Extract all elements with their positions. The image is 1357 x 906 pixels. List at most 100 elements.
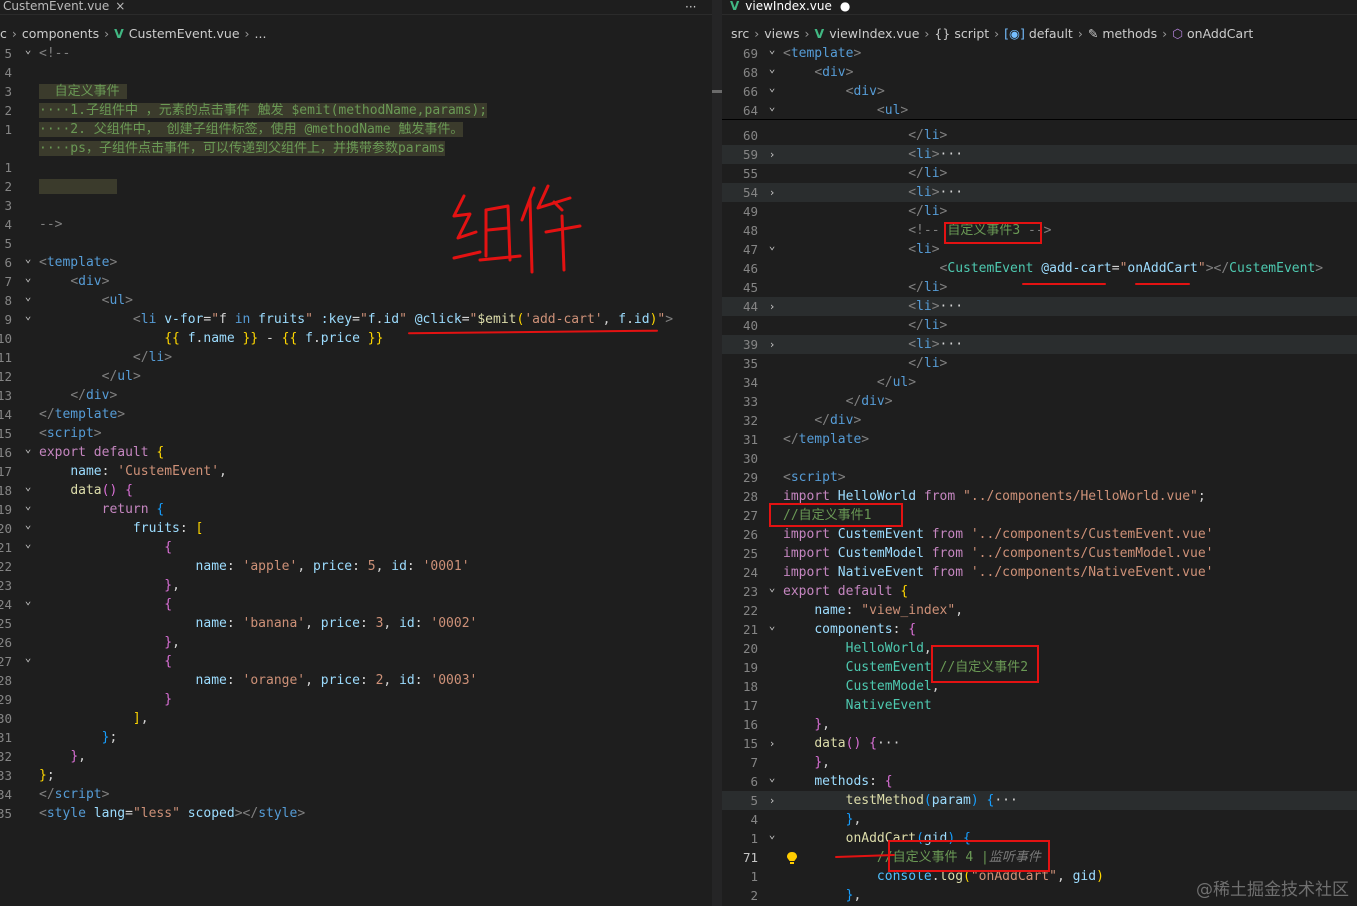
right-code-line[interactable]: 23 ⌄ export default { [722, 581, 1357, 601]
right-breadcrumb[interactable]: src › views › VviewIndex.vue › {} script › [◉… [731, 24, 1253, 42]
left-code-line[interactable]: 22 name: 'apple', price: 5, id: '0001' [0, 557, 712, 576]
left-code-line[interactable]: 25 name: 'banana', price: 3, id: '0002' [0, 614, 712, 633]
right-code-line[interactable]: 39 › <li>··· [722, 335, 1357, 354]
right-tab[interactable]: VviewIndex.vue ● [730, 0, 850, 14]
left-code-line[interactable]: 23 }, [0, 576, 712, 595]
sticky-code-line[interactable]: 69 ⌄ <template> [722, 43, 1357, 63]
chevron-down-icon[interactable]: ⌄ [22, 268, 34, 287]
breadcrumb-start[interactable]: c [0, 26, 7, 41]
close-icon[interactable]: × [115, 0, 125, 13]
chevron-down-icon[interactable]: ⌄ [766, 825, 778, 844]
left-code-line[interactable]: 33}; [0, 766, 712, 785]
left-code-line[interactable]: 9 ⌄ <li v-for="f in fruits" :key="f.id" @… [0, 309, 712, 329]
chevron-down-icon[interactable]: ⌄ [22, 496, 34, 515]
left-code-line[interactable]: 34 </script> [0, 785, 712, 804]
left-code-line[interactable]: 18 ⌄ data() { [0, 480, 712, 500]
chevron-down-icon[interactable]: ⌄ [766, 40, 778, 59]
right-code-line[interactable]: 29 <script> [722, 468, 1357, 487]
chevron-down-icon[interactable]: ⌄ [766, 59, 778, 78]
left-code-line[interactable]: 12 </ul> [0, 367, 712, 386]
right-code-line[interactable]: 25 import CustemModel from '../components… [722, 544, 1357, 563]
right-code-line[interactable]: 4 }, [722, 810, 1357, 829]
right-code-line[interactable]: 31 </template> [722, 430, 1357, 449]
left-code-line[interactable]: 21 ⌄ { [0, 537, 712, 557]
breadcrumb-src[interactable]: src [731, 26, 749, 41]
right-code-line[interactable]: 6 ⌄ methods: { [722, 771, 1357, 791]
chevron-down-icon[interactable]: ⌄ [766, 768, 778, 787]
right-code-line[interactable]: 32 </div> [722, 411, 1357, 430]
more-actions-icon[interactable]: ··· [685, 0, 696, 14]
left-code-line[interactable]: 31 }; [0, 728, 712, 747]
chevron-down-icon[interactable]: ⌄ [766, 97, 778, 116]
split-divider[interactable] [712, 0, 722, 906]
left-code-line[interactable]: 7 ⌄ <div> [0, 271, 712, 291]
left-code-line[interactable]: 3 [0, 196, 712, 215]
left-code-line[interactable]: 2 ····1.子组件中 ，元素的点击事件 触发 $emit(methodName… [0, 101, 712, 120]
left-code-line[interactable]: 20 ⌄ fruits: [ [0, 518, 712, 538]
chevron-right-icon[interactable]: › [766, 335, 778, 354]
left-code-line[interactable]: 1 [0, 158, 712, 177]
breadcrumb-file[interactable]: viewIndex.vue [829, 26, 919, 41]
left-code-line[interactable]: 1 ····2. 父组件中， 创建子组件标签，使用 @methodName 触发事… [0, 120, 712, 139]
right-editor-pane[interactable]: VviewIndex.vue ● src › views › VviewIndex.v… [722, 0, 1357, 906]
chevron-down-icon[interactable]: ⌄ [22, 648, 34, 667]
left-code-line[interactable]: 32 }, [0, 747, 712, 766]
chevron-down-icon[interactable]: ⌄ [766, 578, 778, 597]
left-code-line[interactable]: 17 name: 'CustemEvent', [0, 462, 712, 481]
chevron-down-icon[interactable]: ⌄ [22, 287, 34, 306]
left-code-line[interactable]: 13 </div> [0, 386, 712, 405]
sticky-code-line[interactable]: 68 ⌄ <div> [722, 62, 1357, 82]
breadcrumb-components[interactable]: components [22, 26, 99, 41]
sticky-scroll[interactable]: 69 ⌄ <template> 68 ⌄ <div> 66 ⌄ <div> 64 ⌄ <ul> [722, 43, 1357, 120]
chevron-down-icon[interactable]: ⌄ [22, 477, 34, 496]
breadcrumb-script[interactable]: script [954, 26, 989, 41]
right-code-line[interactable]: 30 [722, 449, 1357, 468]
left-code-line[interactable]: 4 [0, 63, 712, 82]
left-tab[interactable]: CustemEvent.vue × [3, 0, 125, 14]
sticky-code-line[interactable]: 66 ⌄ <div> [722, 81, 1357, 101]
breadcrumb-function[interactable]: onAddCart [1187, 26, 1253, 41]
breadcrumb-default[interactable]: default [1029, 26, 1073, 41]
left-code-line[interactable]: 3 自定义事件 [0, 82, 712, 101]
left-code-line[interactable]: 5 [0, 234, 712, 253]
left-code-line[interactable]: 14 </template> [0, 405, 712, 424]
right-code-line[interactable]: 7 }, [722, 753, 1357, 772]
right-code-line[interactable]: 60 </li> [722, 126, 1357, 145]
right-code-line[interactable]: 19 CustemEvent //自定义事件2 [722, 658, 1357, 677]
right-code-line[interactable]: 18 CustemModel, [722, 677, 1357, 696]
left-code-line[interactable]: 24 ⌄ { [0, 594, 712, 614]
left-code-line[interactable]: 8 ⌄ <ul> [0, 290, 712, 310]
right-code-line[interactable]: 33 </div> [722, 392, 1357, 411]
chevron-down-icon[interactable]: ⌄ [22, 306, 34, 325]
right-code-line[interactable]: 15 › data() {··· [722, 734, 1357, 753]
left-code-line[interactable]: 5 ⌄ <!-- [0, 43, 712, 63]
chevron-right-icon[interactable]: › [766, 734, 778, 753]
right-code-line[interactable]: 54 › <li>··· [722, 183, 1357, 202]
right-code-line[interactable]: 45 </li> [722, 278, 1357, 297]
right-code-line[interactable]: 40 </li> [722, 316, 1357, 335]
left-code-line[interactable]: 4 --> [0, 215, 712, 234]
chevron-down-icon[interactable]: ⌄ [766, 78, 778, 97]
right-code-line[interactable]: 44 › <li>··· [722, 297, 1357, 316]
right-code-line[interactable]: 5 › testMethod(param) {··· [722, 791, 1357, 810]
chevron-down-icon[interactable]: ⌄ [766, 236, 778, 255]
left-code-line[interactable]: 29 } [0, 690, 712, 709]
left-code-line[interactable]: ····ps，子组件点击事件，可以传递到父组件上，并携带参数params [0, 139, 712, 158]
left-code-line[interactable]: 26 }, [0, 633, 712, 652]
breadcrumb-file[interactable]: CustemEvent.vue [129, 26, 240, 41]
chevron-down-icon[interactable]: ⌄ [22, 249, 34, 268]
chevron-down-icon[interactable]: ⌄ [22, 515, 34, 534]
left-code-line[interactable]: 15 <script> [0, 424, 712, 443]
left-code-line[interactable]: 19 ⌄ return { [0, 499, 712, 519]
right-code-line[interactable]: 46 <CustemEvent @add-cart="onAddCart"></… [722, 259, 1357, 278]
right-code-line[interactable]: 55 </li> [722, 164, 1357, 183]
right-code-line[interactable]: 17 NativeEvent [722, 696, 1357, 715]
chevron-down-icon[interactable]: ⌄ [22, 439, 34, 458]
sticky-code-line[interactable]: 64 ⌄ <ul> [722, 100, 1357, 120]
left-breadcrumb[interactable]: c › components › V CustemEvent.vue › ... [0, 24, 266, 42]
right-code-line[interactable]: 16 }, [722, 715, 1357, 734]
breadcrumb-methods[interactable]: methods [1102, 26, 1157, 41]
left-code-line[interactable]: 27 ⌄ { [0, 651, 712, 671]
breadcrumb-views[interactable]: views [764, 26, 799, 41]
right-code-line[interactable]: 22 name: "view_index", [722, 601, 1357, 620]
